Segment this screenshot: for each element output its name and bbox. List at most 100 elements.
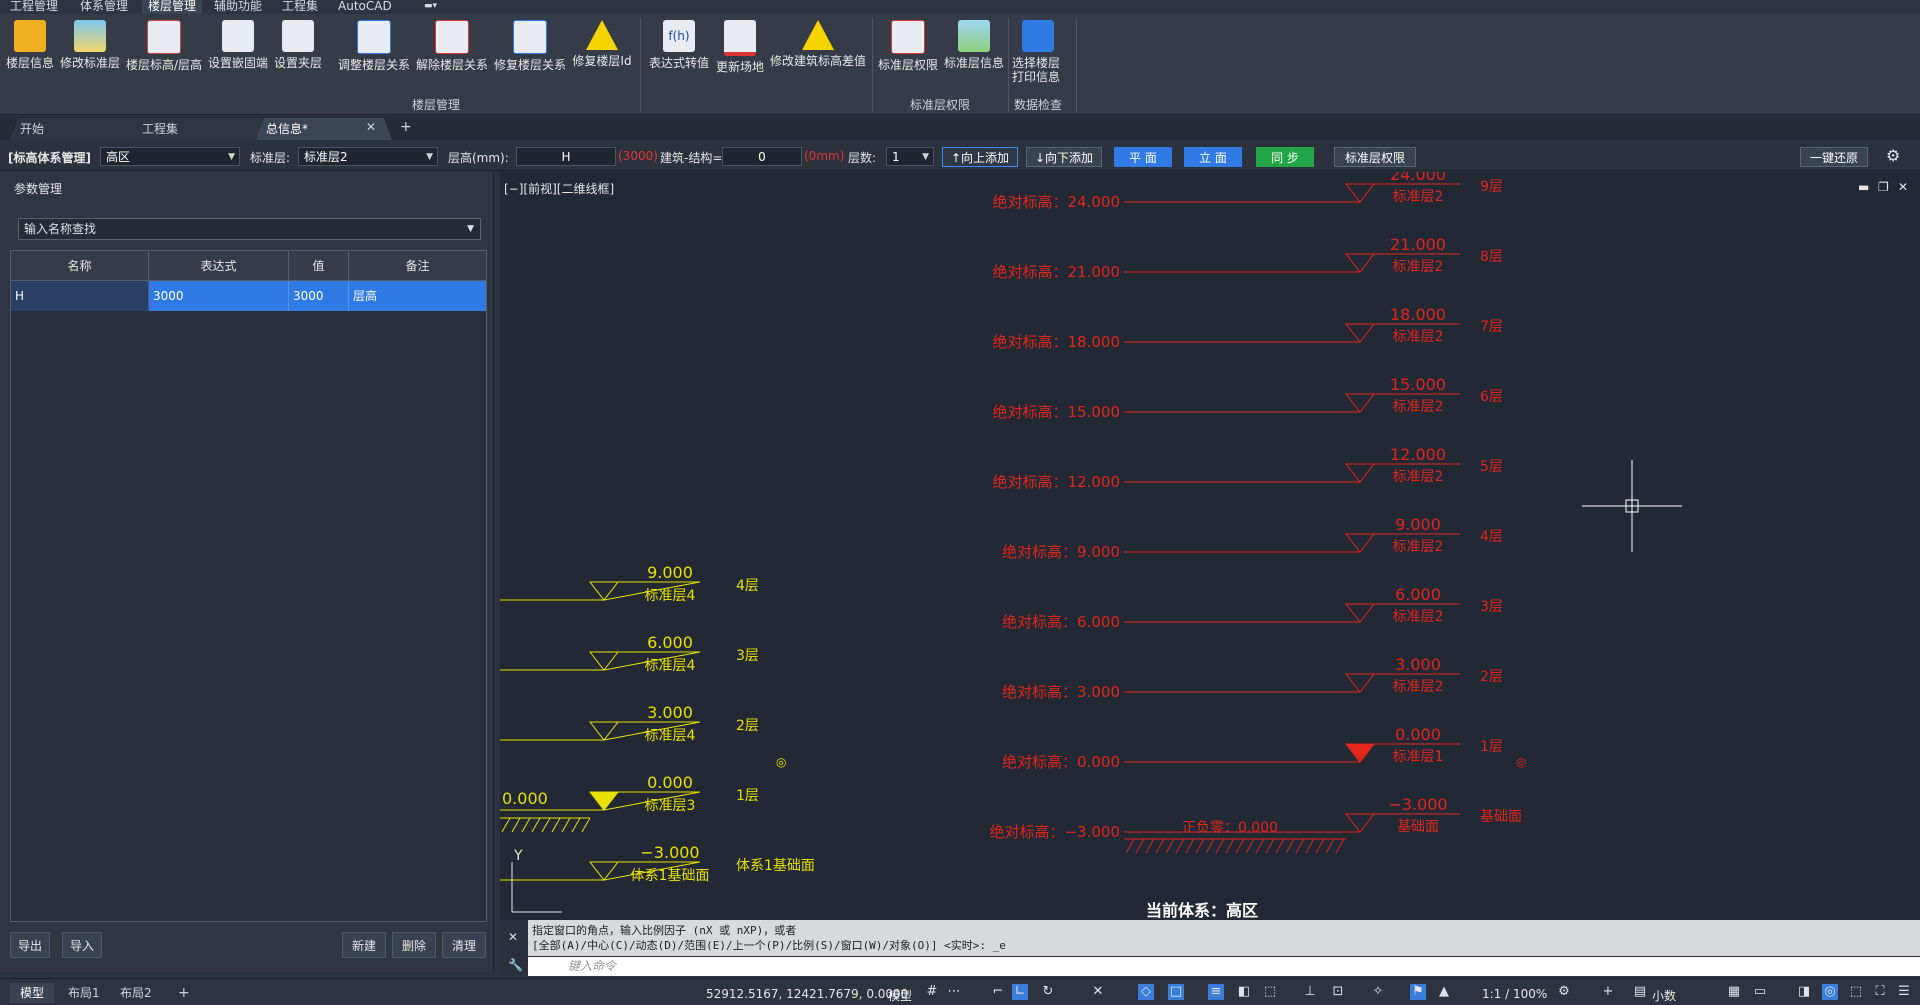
- tab-start[interactable]: 开始: [10, 118, 148, 140]
- table-cell-name[interactable]: H: [11, 281, 149, 311]
- export-button[interactable]: 导出: [10, 932, 50, 958]
- osnap-track-icon[interactable]: □: [1168, 984, 1184, 1000]
- scale-readout[interactable]: 1:1 / 100%: [1482, 987, 1547, 1001]
- units-icon[interactable]: ▤: [1632, 984, 1648, 1000]
- level-std-label: 标准层4: [645, 728, 696, 744]
- repair-relation-icon: [513, 20, 547, 54]
- restore-button[interactable]: 一键还原: [1800, 147, 1868, 167]
- repair-floor-id-button[interactable]: 修复楼层Id: [570, 20, 634, 68]
- drawing-viewport[interactable]: [−][前视][二维线框] ▬ ❐ ✕ 9.000 标准层4 4层 6.000 标准层4…: [500, 172, 1920, 924]
- height-hint: (3000): [618, 149, 658, 163]
- command-input[interactable]: 键入命令: [528, 957, 1920, 976]
- auto-scale-icon[interactable]: ⚑: [1410, 984, 1426, 1000]
- transparency-icon[interactable]: ◧: [1236, 984, 1252, 1000]
- add-up-button[interactable]: ↑向上添加: [942, 147, 1018, 167]
- column-header-remark[interactable]: 备注: [349, 251, 486, 281]
- ground-hatch: [571, 817, 581, 833]
- menu-tab-autocad[interactable]: AutoCAD: [332, 0, 398, 14]
- system-select[interactable]: 高区 ▼: [100, 147, 240, 166]
- close-icon[interactable]: ✕: [366, 120, 376, 134]
- annotation-scale-icon[interactable]: ▲: [1436, 984, 1452, 1000]
- floor-elevation-button[interactable]: 楼层标高/层高: [124, 20, 204, 72]
- height-input[interactable]: H: [516, 147, 616, 166]
- layout-tab-1[interactable]: 布局1: [58, 983, 110, 1003]
- isolate-icon[interactable]: ◨: [1796, 984, 1812, 1000]
- ucs-icon[interactable]: ⊥: [1302, 984, 1318, 1000]
- plan-view-button[interactable]: 平 面: [1114, 147, 1172, 167]
- expression-to-value-button[interactable]: f(h) 表达式转值: [646, 20, 712, 70]
- grid-icon[interactable]: #: [924, 984, 940, 1000]
- display-icon[interactable]: ▭: [1752, 984, 1768, 1000]
- menu-tab-aux[interactable]: 辅助功能: [208, 0, 268, 14]
- object-snap-icon[interactable]: ◇: [1138, 984, 1154, 1000]
- release-floor-relation-button[interactable]: 解除楼层关系: [414, 20, 490, 72]
- workspace-gear-icon[interactable]: ⚙: [1556, 984, 1572, 1000]
- std-floor-select[interactable]: 标准层2 ▼: [298, 147, 438, 166]
- cad-drawing[interactable]: 9.000 标准层4 4层 6.000 标准层4 3层 3.000 标准层4 2层 0.000 标准…: [500, 172, 1920, 924]
- elevation-view-button[interactable]: 立 面: [1184, 147, 1242, 167]
- add-tab-icon[interactable]: +: [400, 119, 412, 135]
- customize-icon[interactable]: ☰: [1896, 984, 1912, 1000]
- column-header-name[interactable]: 名称: [11, 251, 149, 281]
- set-mezzanine-button[interactable]: 设置夹层: [272, 20, 324, 70]
- gear-icon[interactable]: ⚙: [1886, 146, 1900, 165]
- std-floor-permission-toolbar-button[interactable]: 标准层权限: [1334, 147, 1416, 167]
- tab-projectset[interactable]: 工程集: [132, 118, 270, 140]
- column-header-value[interactable]: 值: [289, 251, 349, 281]
- quick-access-dropdown-icon[interactable]: ▬▾: [418, 0, 443, 14]
- add-layout-icon[interactable]: +: [168, 983, 200, 1003]
- import-button[interactable]: 导入: [62, 932, 102, 958]
- table-cell-remark[interactable]: 层高: [349, 281, 486, 311]
- delete-button[interactable]: 删除: [392, 932, 436, 958]
- properties-icon[interactable]: ▦: [1726, 984, 1742, 1000]
- plus-icon[interactable]: +: [1600, 984, 1616, 1000]
- clean-screen-icon[interactable]: ⬚: [1848, 984, 1864, 1000]
- layout-tab-model[interactable]: 模型: [10, 983, 55, 1003]
- clean-button[interactable]: 清理: [442, 932, 486, 958]
- level-std-label: 标准层3: [645, 798, 696, 814]
- close-icon[interactable]: ✕: [508, 930, 518, 944]
- floor-info-button[interactable]: 楼层信息: [4, 20, 56, 70]
- snap-icon[interactable]: ⋯: [946, 984, 962, 1000]
- std-floor-permission-button[interactable]: 标准层权限: [876, 20, 940, 72]
- modify-std-floor-button[interactable]: 修改标准层: [58, 20, 122, 70]
- level-std-label: 标准层2: [1393, 539, 1444, 555]
- menu-bar: 工程管理 体系管理 楼层管理 辅助功能 工程集 AutoCAD ▬▾: [0, 0, 1920, 14]
- annotation-visibility-icon[interactable]: ✧: [1370, 984, 1386, 1000]
- sync-button[interactable]: 同 步: [1256, 147, 1314, 167]
- wrench-icon[interactable]: 🔧: [508, 958, 523, 972]
- update-site-button[interactable]: 更新场地: [714, 20, 766, 74]
- absolute-elevation-label: 绝对标高：15.000: [993, 403, 1121, 421]
- table-cell-value[interactable]: 3000: [289, 281, 349, 311]
- menu-tab-system[interactable]: 体系管理: [74, 0, 134, 14]
- fullscreen-icon[interactable]: ⛶: [1872, 984, 1888, 1000]
- column-header-expression[interactable]: 表达式: [149, 251, 289, 281]
- menu-tab-floor[interactable]: 楼层管理: [142, 0, 203, 14]
- lineweight-icon[interactable]: ≡: [1208, 984, 1224, 1000]
- selection-cycle-icon[interactable]: ⬚: [1262, 984, 1278, 1000]
- search-input[interactable]: 输入名称查找 ▼: [18, 218, 481, 240]
- hardware-accel-icon[interactable]: ◎: [1822, 984, 1838, 1000]
- layout-tab-2[interactable]: 布局2: [110, 983, 162, 1003]
- add-down-button[interactable]: ↓向下添加: [1026, 147, 1102, 167]
- diff-input[interactable]: 0: [722, 147, 802, 166]
- isodraft-icon[interactable]: ✕: [1090, 984, 1106, 1000]
- gizmo-icon[interactable]: ⊡: [1330, 984, 1346, 1000]
- table-cell-expression[interactable]: 3000: [149, 281, 289, 311]
- count-select[interactable]: 1 ▼: [886, 147, 934, 166]
- new-button[interactable]: 新建: [342, 932, 386, 958]
- base-marker-icon: ◎: [1516, 755, 1526, 769]
- adjust-floor-relation-button[interactable]: 调整楼层关系: [336, 20, 412, 72]
- space-toggle[interactable]: 模型: [888, 987, 912, 1004]
- menu-tab-project[interactable]: 工程管理: [4, 0, 64, 14]
- modify-elevation-diff-button[interactable]: 修改建筑标高差值: [768, 20, 868, 68]
- repair-floor-relation-button[interactable]: 修复楼层关系: [492, 20, 568, 72]
- infer-icon[interactable]: ⌐: [990, 984, 1006, 1000]
- units-select[interactable]: 小数: [1652, 987, 1676, 1004]
- std-floor-info-button[interactable]: 标准层信息: [942, 20, 1006, 70]
- ortho-icon[interactable]: ∟: [1012, 984, 1028, 1000]
- polar-icon[interactable]: ↻: [1040, 984, 1056, 1000]
- menu-tab-projectset[interactable]: 工程集: [276, 0, 324, 14]
- select-floor-print-button[interactable]: 选择楼层 打印信息: [1012, 20, 1064, 84]
- set-embed-end-button[interactable]: 设置嵌固端: [206, 20, 270, 70]
